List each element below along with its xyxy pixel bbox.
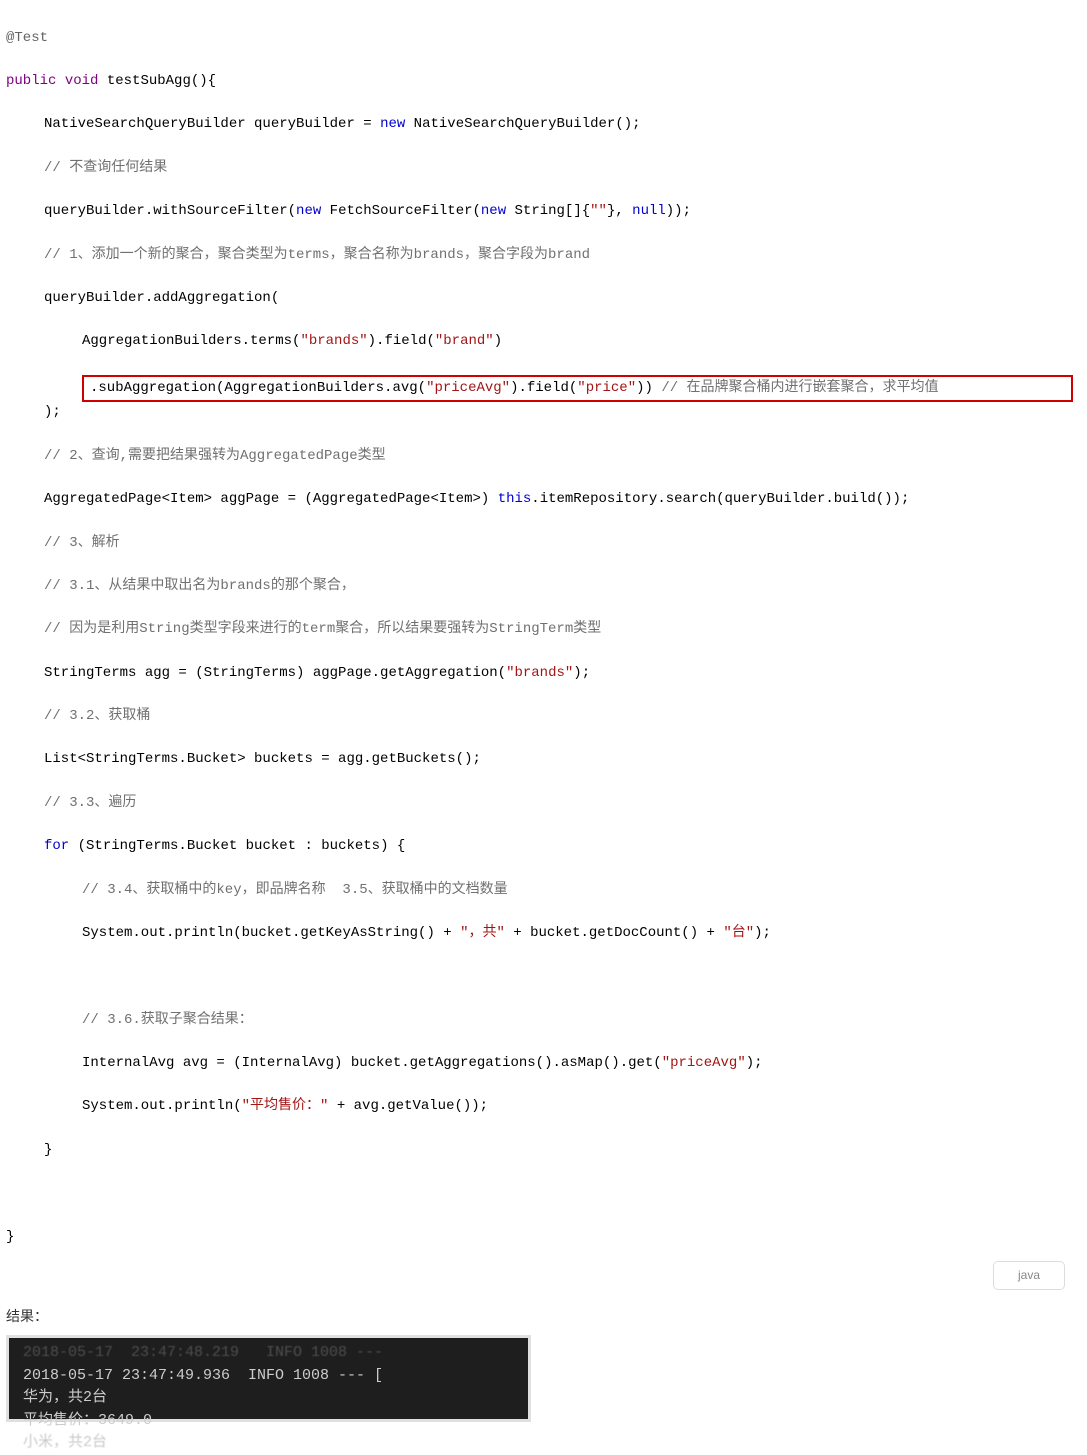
annotation: @Test [6,30,48,46]
kw-new: new [481,203,506,219]
code-text: + bucket.getDocCount() + [505,925,723,941]
code-block: @Test public void testSubAgg(){ NativeSe… [6,6,1081,1292]
terminal-line-faded: 2018-05-17 23:47:48.219 INFO 1008 --- [23,1344,383,1361]
code-text: )); [666,203,691,219]
comment: // 3.3、遍历 [44,795,136,811]
comment: // 3、解析 [44,535,120,551]
comment: // 3.2、获取桶 [44,708,150,724]
string: "priceAvg" [662,1055,746,1071]
kw-new: new [380,116,405,132]
comment: // 3.6.获取子聚合结果： [82,1012,253,1028]
result-label: 结果： [6,1306,1081,1328]
comment: // 1、添加一个新的聚合，聚合类型为terms，聚合名称为brands，聚合字… [44,247,590,263]
terminal-output: 2018-05-17 23:47:48.219 INFO 1008 --- 20… [6,1335,531,1422]
code-text: ).field( [510,380,577,396]
code-text: + avg.getValue()); [328,1098,488,1114]
kw-void: void [65,73,99,89]
terminal-line: 平均售价：3649.0 [23,1412,152,1429]
code-text: .subAggregation(AggregationBuilders.avg( [90,380,426,396]
code-text: queryBuilder.withSourceFilter( [44,203,296,219]
code-text: (StringTerms.Bucket bucket : buckets) { [69,838,405,854]
code-text: System.out.println( [82,1098,242,1114]
language-badge: java [993,1261,1065,1290]
comment: // 不查询任何结果 [44,160,167,176]
code-text: NativeSearchQueryBuilder(); [405,116,640,132]
string: "brands" [300,333,367,349]
code-text: AggregatedPage<Item> aggPage = (Aggregat… [44,491,498,507]
string: "" [590,203,607,219]
comment: // 3.1、从结果中取出名为brands的那个聚合， [44,578,355,594]
code-text: NativeSearchQueryBuilder queryBuilder = [44,116,380,132]
code-text: ); [746,1055,763,1071]
method-name: testSubAgg [107,73,191,89]
terminal-line-faded: 小米，共2台 [23,1434,107,1451]
terminal-line: 2018-05-17 23:47:49.936 INFO 1008 --- [ [23,1367,383,1384]
code-text: String[]{ [506,203,590,219]
code-text: FetchSourceFilter( [321,203,481,219]
comment: // 3.4、获取桶中的key，即品牌名称 3.5、获取桶中的文档数量 [82,882,508,898]
code-text: ) [494,333,502,349]
comment: // 在品牌聚合桶内进行嵌套聚合，求平均值 [661,380,938,396]
kw-for: for [44,838,69,854]
code-text: queryBuilder.addAggregation( [44,290,279,306]
highlighted-line: .subAggregation(AggregationBuilders.avg(… [82,375,1073,403]
code-text: AggregationBuilders.terms( [82,333,300,349]
code-text: System.out.println(bucket.getKeyAsString… [82,925,460,941]
code-text: ); [44,404,61,420]
code-text: ); [754,925,771,941]
code-text: .itemRepository.search(queryBuilder.buil… [531,491,909,507]
comment: // 2、查询,需要把结果强转为AggregatedPage类型 [44,448,386,464]
string: "price" [577,380,636,396]
code-text: List<StringTerms.Bucket> buckets = agg.g… [44,751,481,767]
comment: // 因为是利用String类型字段来进行的term聚合，所以结果要强转为Str… [44,621,601,637]
kw-this: this [498,491,532,507]
brace: } [6,1229,14,1245]
code-text: StringTerms agg = (StringTerms) aggPage.… [44,665,506,681]
code-text: InternalAvg avg = (InternalAvg) bucket.g… [82,1055,662,1071]
code-text: ).field( [368,333,435,349]
kw-public: public [6,73,56,89]
code-text: )) [636,380,661,396]
terminal-line: 华为，共2台 [23,1389,107,1406]
string: "平均售价：" [242,1098,329,1114]
code-text: }, [607,203,632,219]
code-text: ); [573,665,590,681]
kw-new: new [296,203,321,219]
string: "priceAvg" [426,380,510,396]
kw-null: null [632,203,666,219]
string: "brands" [506,665,573,681]
string: "brand" [435,333,494,349]
brace: } [44,1142,52,1158]
string: "台" [723,925,754,941]
string: "，共" [460,925,505,941]
